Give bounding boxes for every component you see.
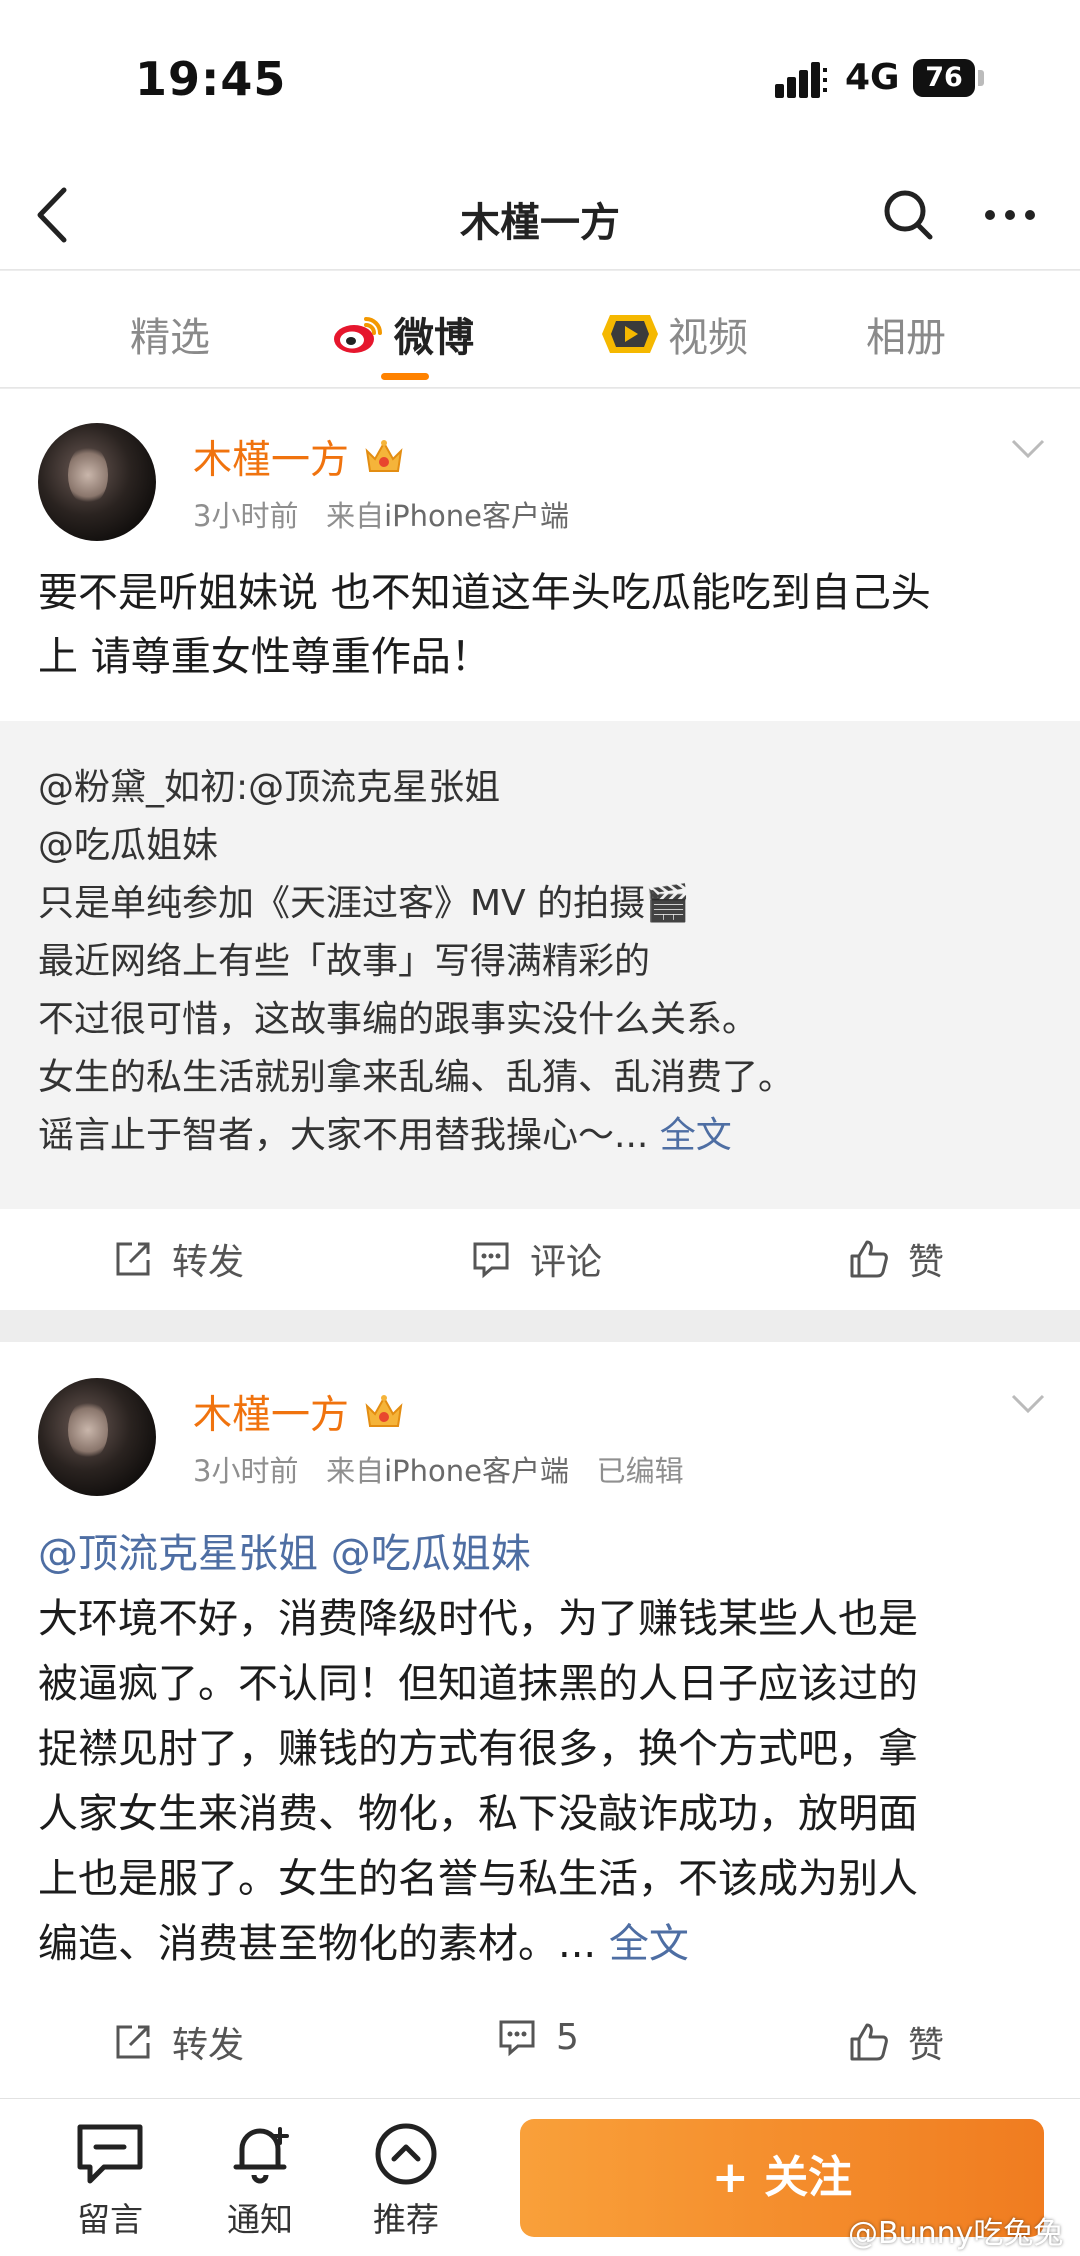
text-line: 大环境不好，消费降级时代，为了赚钱某些人也是 (38, 1596, 918, 1642)
repost-line: 只是单纯参加《天涯过客》MV 的拍摄🎬 (38, 883, 690, 924)
bell-plus-icon (233, 2127, 289, 2184)
repost-mention[interactable]: @吃瓜姐妹 (38, 817, 1042, 875)
message-button[interactable]: 留言 (60, 2121, 160, 2241)
recommend-icon (375, 2123, 437, 2185)
weibo-logo-icon (334, 317, 382, 353)
post-time: 3小时前 (193, 1454, 299, 1488)
repost-icon (116, 1242, 150, 1276)
full-text-link[interactable]: 全文 (660, 1115, 732, 1156)
tab-video[interactable]: 视频 (602, 305, 748, 363)
post-text: @顶流克星张姐 @吃瓜姐妹 大环境不好，消费降级时代，为了赚钱某些人也是 被逼疯… (38, 1522, 1042, 1977)
post-source: iPhone客户端 (384, 499, 570, 533)
like-label: 赞 (908, 1242, 945, 1283)
watermark: @Bunny吃兔兔 (848, 2208, 1063, 2252)
post-meta: 3小时前 来自iPhone客户端 (193, 493, 569, 535)
post-actions: 转发 评论 赞 (0, 1209, 1080, 1309)
more-icon[interactable] (980, 184, 1040, 246)
username-text: 木槿一方 (193, 438, 350, 483)
chevron-down-icon[interactable] (1010, 437, 1046, 461)
tab-label: 相册 (866, 315, 946, 361)
tab-featured[interactable]: 精选 (130, 305, 210, 363)
source-prefix: 来自 (326, 1454, 385, 1488)
repost-line: 不过很可惜，这故事编的跟事实没什么关系。 (38, 999, 759, 1040)
signal-icon (775, 62, 827, 98)
repost-mentions[interactable]: @粉黛_如初:@顶流克星张姐 (38, 759, 1042, 817)
edited-label: 已编辑 (596, 1454, 684, 1488)
repost-label: 转发 (172, 2025, 245, 2066)
message-icon (77, 2124, 143, 2184)
full-text-link[interactable]: 全文 (609, 1921, 689, 1967)
battery-icon: 76 (913, 59, 975, 97)
status-time: 19:45 (135, 52, 287, 106)
post-text: 要不是听姐妹说 也不知道这年头吃瓜能吃到自己头 上 请尊重女性尊重作品！ (38, 561, 1042, 689)
repost-line: 谣言止于智者，大家不用替我操心～... (38, 1115, 649, 1156)
notify-label: 通知 (227, 2200, 293, 2239)
post-username[interactable]: 木槿一方 (193, 1384, 405, 1440)
message-label: 留言 (77, 2200, 143, 2239)
crown-badge-icon (365, 440, 403, 472)
thumbs-up-icon (850, 1240, 888, 1278)
notify-button[interactable]: 通知 (210, 2121, 310, 2241)
profile-tabs: 精选 微博 视频 相册 (0, 271, 1080, 388)
battery-tip (978, 70, 984, 86)
active-tab-indicator (381, 373, 429, 380)
post-card: 木槿一方 3小时前 来自iPhone客户端 已编辑 @顶流克星张姐 @吃瓜姐妹 … (0, 1342, 1080, 2098)
post-card: 木槿一方 3小时前 来自iPhone客户端 要不是听姐妹说 也不知道这年头吃瓜能… (0, 389, 1080, 1310)
tab-label: 视频 (668, 315, 748, 361)
search-icon[interactable] (880, 184, 936, 246)
chevron-down-icon[interactable] (1010, 1392, 1046, 1416)
text-line: 上也是服了。女生的名誉与私生活，不该成为别人 (38, 1856, 918, 1902)
status-bar: 19:45 4G 76 (0, 0, 1080, 160)
repost-line: 最近网络上有些「故事」写得满精彩的 (38, 941, 651, 982)
post-time: 3小时前 (193, 499, 299, 533)
comment-button[interactable]: 评论 (470, 1233, 602, 1285)
like-button[interactable]: 赞 (848, 1233, 944, 1285)
repost-label: 转发 (172, 1242, 245, 1283)
post-mentions[interactable]: @顶流克星张姐 @吃瓜姐妹 (38, 1522, 1042, 1587)
source-prefix: 来自 (326, 499, 385, 533)
username-text: 木槿一方 (193, 1393, 350, 1438)
avatar[interactable] (38, 423, 156, 541)
text-line: 被逼疯了。不认同！但知道抹黑的人日子应该过的 (38, 1661, 918, 1707)
recommend-label: 推荐 (373, 2200, 439, 2239)
repost-button[interactable]: 转发 (112, 1233, 244, 1285)
like-label: 赞 (908, 2025, 945, 2066)
crown-badge-icon (365, 1395, 403, 1427)
post-source: iPhone客户端 (384, 1454, 570, 1488)
recommend-button[interactable]: 推荐 (356, 2121, 456, 2241)
post-actions: 转发 5 赞 (0, 1992, 1080, 2092)
watermark-text: @Bunny吃兔兔 (848, 2216, 1064, 2251)
text-line: 捉襟见肘了，赚钱的方式有很多，换个方式吧，拿 (38, 1726, 918, 1772)
text-line: 上 请尊重女性尊重作品！ (38, 634, 491, 680)
repost-card[interactable]: @粉黛_如初:@顶流克星张姐 @吃瓜姐妹 只是单纯参加《天涯过客》MV 的拍摄🎬… (0, 721, 1080, 1209)
comment-count: 5 (556, 2016, 579, 2058)
network-type: 4G (845, 57, 900, 98)
repost-button[interactable]: 转发 (112, 2016, 244, 2068)
post-meta: 3小时前 来自iPhone客户端 已编辑 (193, 1448, 684, 1490)
tab-label: 精选 (130, 315, 210, 361)
comment-icon (473, 1242, 509, 1279)
repost-icon (116, 2025, 150, 2059)
avatar[interactable] (38, 1378, 156, 1496)
like-button[interactable]: 赞 (848, 2016, 944, 2068)
text-line: 人家女生来消费、物化，私下没敲诈成功，放明面 (38, 1791, 918, 1837)
post-username[interactable]: 木槿一方 (193, 429, 405, 485)
text-line: 要不是听姐妹说 也不知道这年头吃瓜能吃到自己头 (38, 570, 931, 616)
tab-label: 微博 (394, 315, 474, 361)
tab-album[interactable]: 相册 (866, 305, 946, 363)
nav-bar: 木槿一方 (0, 160, 1080, 270)
thumbs-up-icon (850, 2023, 888, 2061)
text-line: 编造、消费甚至物化的素材。... (38, 1921, 597, 1967)
comment-label: 评论 (530, 1242, 603, 1283)
repost-line: 女生的私生活就别拿来乱编、乱猜、乱消费了。 (38, 1057, 795, 1098)
tab-weibo[interactable]: 微博 (332, 305, 474, 363)
video-icon (602, 315, 658, 353)
comment-button[interactable]: 5 (496, 2016, 579, 2058)
comment-icon (499, 2020, 535, 2057)
